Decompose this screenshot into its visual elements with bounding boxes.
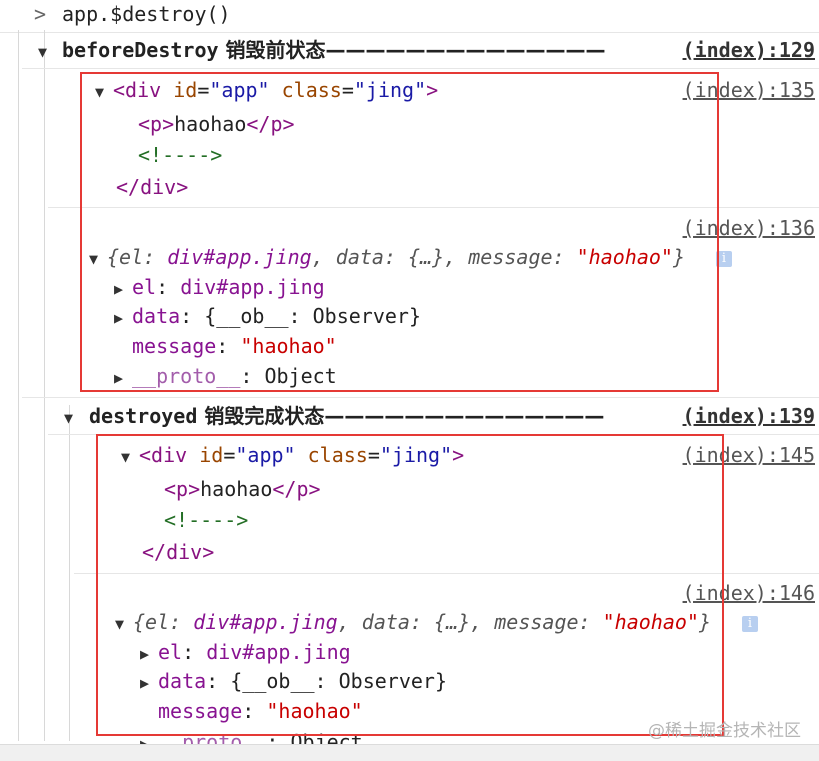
group-header[interactable]: ▼ destroyed 销毁完成状态—————————————— (index)… [0,402,819,432]
highlight-box [96,434,724,736]
group-title: 销毁前状态—————————————— [218,38,606,62]
console-command-row: > app.$destroy() [0,0,819,30]
highlight-box [80,72,719,392]
group-header[interactable]: ▼ beforeDestroy 销毁前状态—————————————— (ind… [0,36,819,66]
watermark: @稀土掘金技术社区 [648,721,801,741]
group-method: beforeDestroy [62,38,219,62]
expand-triangle-icon[interactable]: ▼ [64,402,82,432]
console-command: app.$destroy() [62,2,231,26]
group-method: destroyed [89,404,198,428]
prompt-chevron-icon: > [34,2,47,26]
source-link[interactable]: (index):139 [683,402,815,430]
group-title: 销毁完成状态—————————————— [197,404,605,428]
bottom-scrollbar[interactable] [0,744,819,761]
source-link[interactable]: (index):129 [683,36,815,64]
info-icon[interactable]: i [742,615,758,632]
expand-triangle-icon[interactable]: ▼ [38,36,56,66]
